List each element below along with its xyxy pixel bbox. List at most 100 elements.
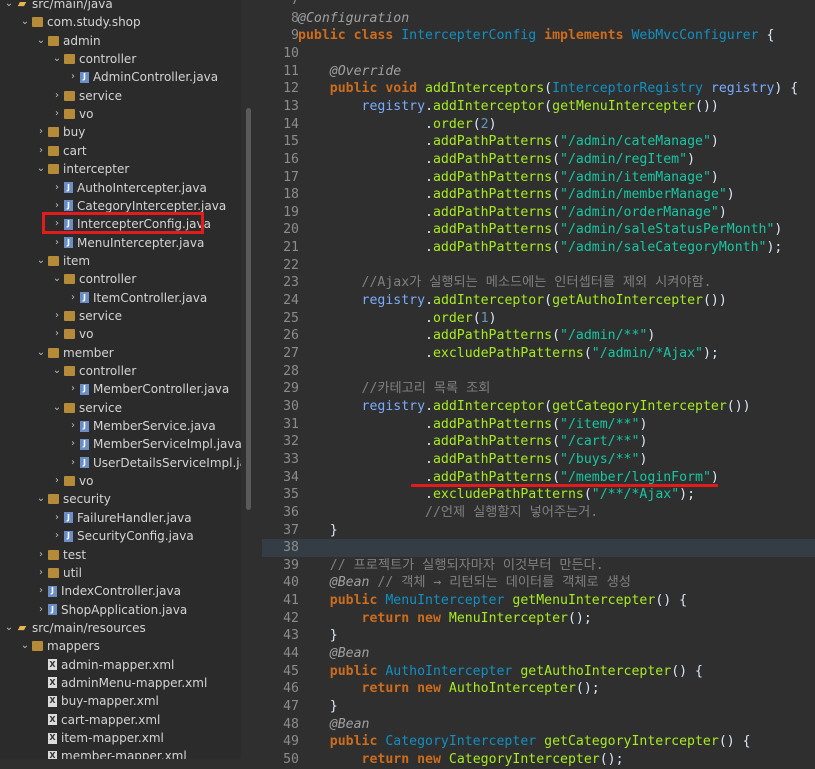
collapsed-arrow-icon[interactable]: › xyxy=(52,105,62,123)
code-line[interactable]: 36 //언제 실행할지 넣어주는거. xyxy=(257,504,815,522)
tree-item[interactable]: › J ShopApplication.java xyxy=(36,601,187,619)
collapsed-arrow-icon[interactable]: › xyxy=(52,472,62,490)
tree-item[interactable]: ⌄ controller xyxy=(52,50,136,68)
collapsed-arrow-icon[interactable]: › xyxy=(68,454,78,472)
code-line[interactable]: 30 registry.addInterceptor(getCategoryIn… xyxy=(257,398,815,416)
tree-item[interactable]: › vo xyxy=(52,105,93,123)
collapsed-arrow-icon[interactable]: › xyxy=(68,417,78,435)
tree-item[interactable]: › cart xyxy=(36,142,87,160)
expanded-arrow-icon[interactable]: ⌄ xyxy=(20,13,30,31)
code-line[interactable]: 12 public void addInterceptors(Intercept… xyxy=(257,80,815,98)
code-line[interactable]: 23 //Ajax가 실행되는 메소드에는 인터셉터를 제외 시켜야함. xyxy=(257,274,815,292)
tree-item[interactable]: ⌄ controller xyxy=(52,270,136,288)
expanded-arrow-icon[interactable]: ⌄ xyxy=(52,399,62,417)
tree-item[interactable]: › J IndexController.java xyxy=(36,582,181,600)
tree-item[interactable]: Xbuy-mapper.xml xyxy=(36,692,159,710)
code-line[interactable]: 27 .excludePathPatterns("/admin/*Ajax"); xyxy=(257,345,815,363)
collapsed-arrow-icon[interactable]: › xyxy=(68,435,78,453)
code-line[interactable]: 20 .addPathPatterns("/admin/saleStatusPe… xyxy=(257,221,815,239)
code-line[interactable]: 46 return new AuthoIntercepter(); xyxy=(257,680,815,698)
collapsed-arrow-icon[interactable]: › xyxy=(52,307,62,325)
tree-item[interactable]: › vo xyxy=(52,325,93,343)
expanded-arrow-icon[interactable]: ⌄ xyxy=(52,270,62,288)
code-line[interactable]: 48 @Bean xyxy=(257,716,815,734)
expanded-arrow-icon[interactable]: ⌄ xyxy=(36,32,46,50)
code-line[interactable]: 24 registry.addInterceptor(getAuthoInter… xyxy=(257,292,815,310)
code-line[interactable]: 37 } xyxy=(257,522,815,540)
code-line[interactable]: 17 .addPathPatterns("/admin/itemManage") xyxy=(257,169,815,187)
code-line[interactable]: 47 } xyxy=(257,698,815,716)
code-line[interactable]: 33 .addPathPatterns("/buys/**") xyxy=(257,451,815,469)
expanded-arrow-icon[interactable]: ⌄ xyxy=(52,50,62,68)
tree-item[interactable]: › J AuthoIntercepter.java xyxy=(52,179,207,197)
tree-item[interactable]: › J ItemController.java xyxy=(68,289,207,307)
expanded-arrow-icon[interactable]: ⌄ xyxy=(20,637,30,655)
code-line[interactable]: 38 xyxy=(257,539,815,557)
code-line[interactable]: 49 public CategoryIntercepter getCategor… xyxy=(257,733,815,751)
tree-item[interactable]: ⌄ service xyxy=(52,399,122,417)
collapsed-arrow-icon[interactable]: › xyxy=(36,582,46,600)
tree-item[interactable]: ⌄ intercepter xyxy=(36,160,130,178)
code-line[interactable]: 29 //카테고리 목록 조회 xyxy=(257,380,815,398)
expanded-arrow-icon[interactable]: ⌄ xyxy=(52,362,62,380)
collapsed-arrow-icon[interactable]: › xyxy=(36,142,46,160)
tree-item[interactable]: Xcart-mapper.xml xyxy=(36,711,160,729)
collapsed-arrow-icon[interactable]: › xyxy=(36,601,46,619)
tree-item[interactable]: › buy xyxy=(36,123,85,141)
expanded-arrow-icon[interactable]: ⌄ xyxy=(36,160,46,178)
code-line[interactable]: 45 public AuthoIntercepter getAuthoInter… xyxy=(257,663,815,681)
tree-item[interactable]: ⌄ controller xyxy=(52,362,136,380)
code-line[interactable]: 40 @Bean // 객체 → 리턴되는 데이터를 객체로 생성 xyxy=(257,574,815,592)
code-line[interactable]: 10 xyxy=(257,45,815,63)
code-line[interactable]: 43 } xyxy=(257,627,815,645)
code-line[interactable]: 18 .addPathPatterns("/admin/memberManage… xyxy=(257,186,815,204)
collapsed-arrow-icon[interactable]: › xyxy=(68,68,78,86)
tree-item[interactable]: › service xyxy=(52,87,122,105)
code-line[interactable]: 16 .addPathPatterns("/admin/regItem") xyxy=(257,151,815,169)
expanded-arrow-icon[interactable]: ⌄ xyxy=(4,619,14,637)
code-line[interactable]: 41 public MenuIntercepter getMenuInterce… xyxy=(257,592,815,610)
code-line[interactable]: 21 .addPathPatterns("/admin/saleCategory… xyxy=(257,239,815,257)
collapsed-arrow-icon[interactable]: › xyxy=(36,123,46,141)
collapsed-arrow-icon[interactable]: › xyxy=(52,325,62,343)
tree-item[interactable]: ⌄ item xyxy=(36,252,90,270)
collapsed-arrow-icon[interactable]: › xyxy=(52,509,62,527)
collapsed-arrow-icon[interactable]: › xyxy=(52,87,62,105)
expanded-arrow-icon[interactable]: ⌄ xyxy=(36,344,46,362)
tree-item[interactable]: ⌄ mappers xyxy=(20,637,100,655)
expanded-arrow-icon[interactable]: ⌄ xyxy=(36,252,46,270)
code-line[interactable]: 11 @Override xyxy=(257,63,815,81)
tree-item[interactable]: Xitem-mapper.xml xyxy=(36,729,164,747)
tree-item[interactable]: › J FailureHandler.java xyxy=(52,509,192,527)
tree-item[interactable]: Xadmin-mapper.xml xyxy=(36,656,174,674)
expanded-arrow-icon[interactable]: ⌄ xyxy=(36,490,46,508)
tree-item[interactable]: XadminMenu-mapper.xml xyxy=(36,674,207,692)
collapsed-arrow-icon[interactable]: › xyxy=(52,179,62,197)
collapsed-arrow-icon[interactable]: › xyxy=(68,289,78,307)
tree-item[interactable]: › test xyxy=(36,546,86,564)
collapsed-arrow-icon[interactable]: › xyxy=(36,564,46,582)
collapsed-arrow-icon[interactable]: › xyxy=(36,546,46,564)
tree-item[interactable]: › J MemberServiceImpl.java xyxy=(68,435,241,453)
tree-item[interactable]: ⌄ security xyxy=(36,490,111,508)
tree-item[interactable]: ⌄ ▰ src/main/java xyxy=(4,0,113,13)
code-line[interactable]: 7 xyxy=(257,0,815,10)
tree-item[interactable]: ⌄ com.study.shop xyxy=(20,13,141,31)
explorer-scrollbar-thumb[interactable] xyxy=(246,108,251,510)
code-lines[interactable]: 7 8 @Configuration 9 public class Intercepte… xyxy=(257,0,815,767)
code-line[interactable]: 8 @Configuration xyxy=(257,10,815,28)
tree-item[interactable]: › J SecurityConfig.java xyxy=(52,527,194,545)
code-line[interactable]: 35 .excludePathPatterns("/**/*Ajax"); xyxy=(257,486,815,504)
tree-item[interactable]: › J MenuIntercepter.java xyxy=(52,234,204,252)
collapsed-arrow-icon[interactable]: › xyxy=(52,527,62,545)
tree-item[interactable]: Xmember-mapper.xml xyxy=(36,747,187,759)
code-line[interactable]: 9 public class IntercepterConfig implemen… xyxy=(257,27,815,45)
code-line[interactable]: 39 // 프로젝트가 실행되자마자 이것부터 만든다. xyxy=(257,557,815,575)
tree-item[interactable]: › J MemberService.java xyxy=(68,417,216,435)
code-line[interactable]: 22 xyxy=(257,257,815,275)
collapsed-arrow-icon[interactable]: › xyxy=(52,234,62,252)
code-line[interactable]: 28 xyxy=(257,363,815,381)
tree-item[interactable]: › service xyxy=(52,307,122,325)
code-line[interactable]: 14 .order(2) xyxy=(257,116,815,134)
code-line[interactable]: 13 registry.addInterceptor(getMenuInterc… xyxy=(257,98,815,116)
